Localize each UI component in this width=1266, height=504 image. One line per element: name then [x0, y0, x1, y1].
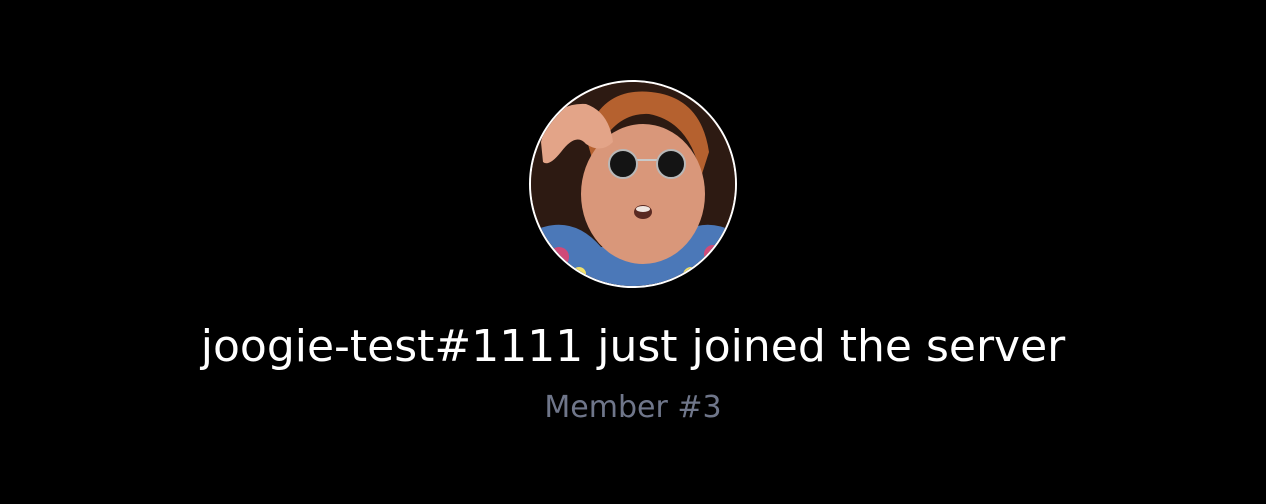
welcome-card: joogie-test#1111 just joined the server …	[0, 0, 1266, 504]
avatar	[529, 80, 737, 288]
welcome-headline: joogie-test#1111 just joined the server	[200, 321, 1066, 372]
member-count-label: Member #3	[544, 390, 722, 425]
avatar-photo-icon	[531, 82, 735, 286]
